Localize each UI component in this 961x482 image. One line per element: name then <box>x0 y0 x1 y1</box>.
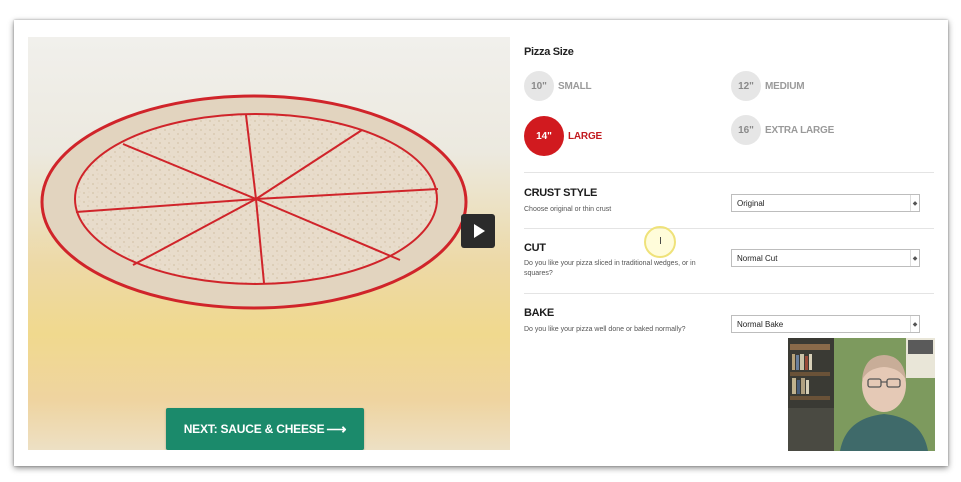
webcam-overlay <box>788 338 935 451</box>
chevron-updown-icon: ◆ <box>910 195 919 211</box>
arrow-right-icon: ⟶ <box>326 420 347 437</box>
size-label: LARGE <box>568 130 603 142</box>
size-option-medium[interactable]: 12" MEDIUM <box>731 71 805 101</box>
cut-value: Normal Cut <box>737 253 778 263</box>
bake-value: Normal Bake <box>737 319 784 329</box>
divider <box>524 228 934 229</box>
size-badge: 12" <box>731 71 761 101</box>
bake-title: BAKE <box>524 307 554 319</box>
size-option-large[interactable]: 14" LARGE <box>524 116 602 156</box>
play-icon[interactable] <box>461 214 495 248</box>
size-badge: 10" <box>524 71 554 101</box>
crust-style-select[interactable]: Original ◆ <box>731 194 920 212</box>
size-label: MEDIUM <box>765 80 805 92</box>
bake-select[interactable]: Normal Bake ◆ <box>731 315 920 333</box>
size-option-small[interactable]: 10" SMALL <box>524 71 592 101</box>
size-label: EXTRA LARGE <box>765 124 835 136</box>
cut-title: CUT <box>524 242 546 254</box>
next-button-label: NEXT: SAUCE & CHEESE <box>183 422 325 436</box>
pizza-size-title: Pizza Size <box>524 46 574 58</box>
bake-desc: Do you like your pizza well done or bake… <box>524 326 686 333</box>
divider <box>524 172 934 173</box>
size-badge: 14" <box>524 116 564 156</box>
next-sauce-cheese-button[interactable]: NEXT: SAUCE & CHEESE ⟶ <box>166 408 364 450</box>
crust-style-value: Original <box>737 198 765 208</box>
chevron-updown-icon: ◆ <box>910 316 919 332</box>
text-cursor-icon: I <box>659 236 662 247</box>
pizza-preview: NEXT: SAUCE & CHEESE ⟶ <box>28 37 510 450</box>
cut-desc: Do you like your pizza sliced in traditi… <box>524 260 696 277</box>
crust-style-title: CRUST STYLE <box>524 187 598 199</box>
divider <box>524 293 934 294</box>
size-option-extra-large[interactable]: 16" EXTRA LARGE <box>731 115 834 145</box>
size-badge: 16" <box>731 115 761 145</box>
webcam-person-image <box>788 338 935 451</box>
size-label: SMALL <box>558 80 592 92</box>
crust-style-desc: Choose original or thin crust <box>524 206 612 213</box>
chevron-updown-icon: ◆ <box>910 250 919 266</box>
pizza-illustration <box>40 94 468 310</box>
cut-select[interactable]: Normal Cut ◆ <box>731 249 920 267</box>
